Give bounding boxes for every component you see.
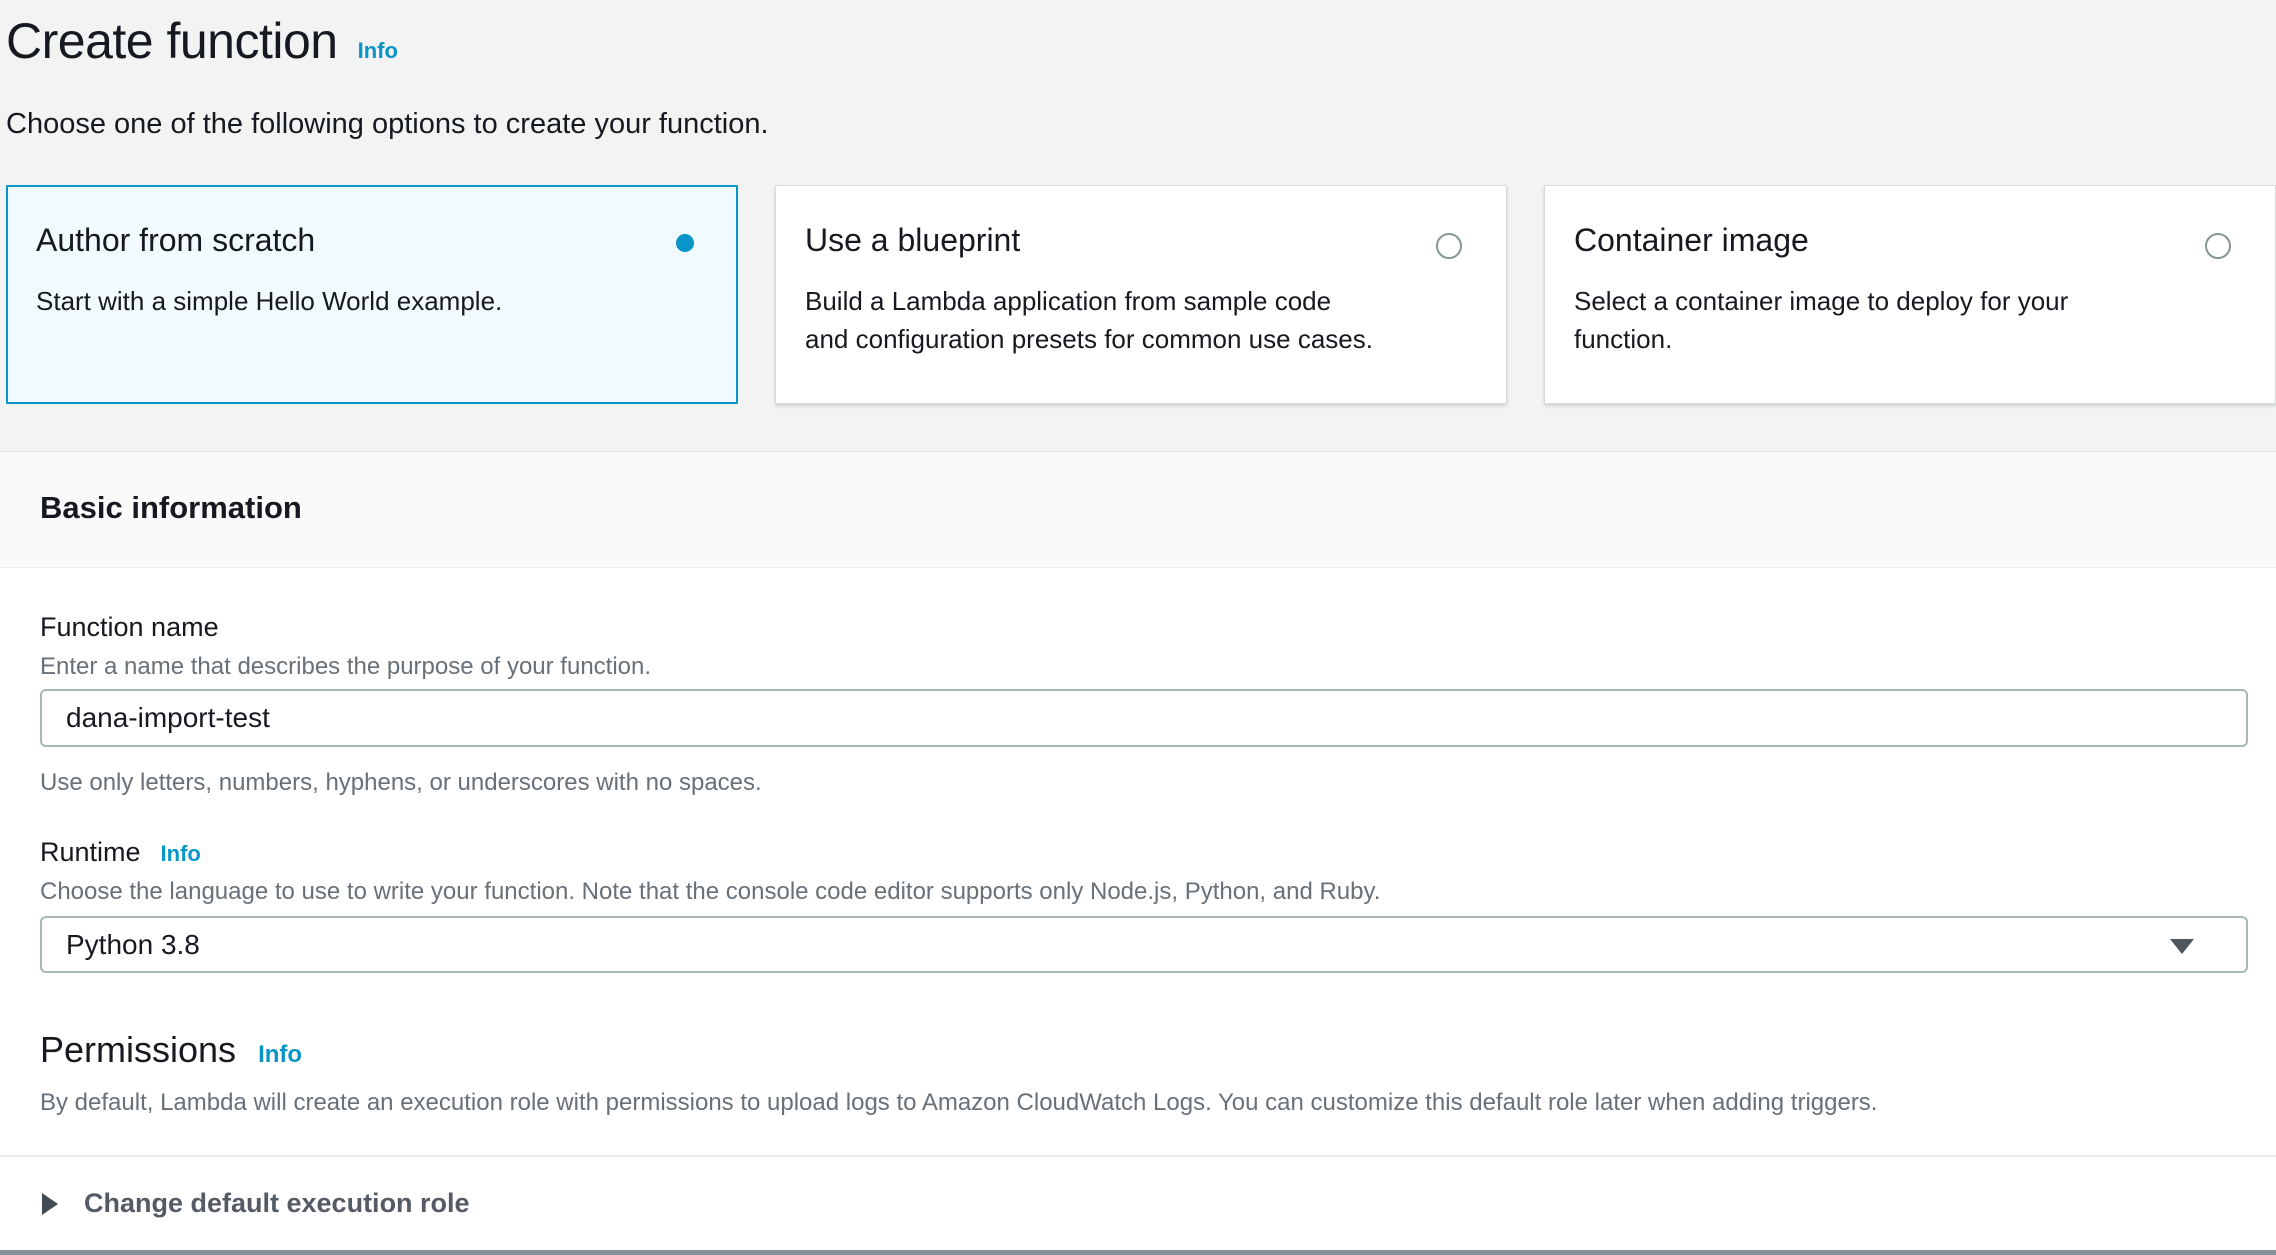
radio-selected-icon[interactable] bbox=[676, 234, 694, 252]
runtime-select[interactable]: Python 3.8 bbox=[40, 916, 2248, 973]
function-name-input[interactable] bbox=[40, 689, 2248, 747]
option-card-use-a-blueprint[interactable]: Use a blueprint Build a Lambda applicati… bbox=[775, 185, 1507, 404]
option-card-container-image[interactable]: Container image Select a container image… bbox=[1544, 185, 2276, 404]
runtime-info-link[interactable]: Info bbox=[161, 841, 201, 867]
option-card-description: Select a container image to deploy for y… bbox=[1574, 283, 2231, 358]
option-card-title: Author from scratch bbox=[36, 222, 693, 259]
bottom-divider bbox=[0, 1250, 2276, 1255]
function-name-label: Function name bbox=[40, 612, 2248, 643]
permissions-info-link[interactable]: Info bbox=[258, 1041, 302, 1069]
runtime-select-value: Python 3.8 bbox=[66, 929, 200, 961]
runtime-field: Runtime Info Choose the language to use … bbox=[40, 837, 2248, 973]
change-default-execution-role-label: Change default execution role bbox=[84, 1188, 470, 1219]
basic-information-form: Function name Enter a name that describe… bbox=[0, 568, 2276, 1155]
page-subtitle: Choose one of the following options to c… bbox=[6, 108, 2276, 141]
permissions-heading-row: Permissions Info bbox=[40, 1029, 2248, 1071]
option-card-description: Build a Lambda application from sample c… bbox=[805, 283, 1462, 358]
title-row: Create function Info bbox=[6, 12, 2276, 70]
runtime-label: Runtime bbox=[40, 837, 141, 868]
option-card-description: Start with a simple Hello World example. bbox=[36, 283, 693, 321]
basic-information-heading: Basic information bbox=[40, 490, 2276, 526]
change-default-execution-role-expander[interactable]: Change default execution role bbox=[0, 1155, 2276, 1250]
option-card-title: Container image bbox=[1574, 222, 2231, 259]
expand-caret-icon bbox=[42, 1193, 58, 1215]
runtime-description: Choose the language to use to write your… bbox=[40, 878, 2248, 906]
page-title: Create function bbox=[6, 12, 338, 70]
function-name-constraint: Use only letters, numbers, hyphens, or u… bbox=[40, 769, 2248, 797]
radio-unselected-icon[interactable] bbox=[1436, 233, 1462, 259]
function-name-description: Enter a name that describes the purpose … bbox=[40, 653, 2248, 681]
option-card-author-from-scratch[interactable]: Author from scratch Start with a simple … bbox=[6, 185, 738, 404]
radio-unselected-icon[interactable] bbox=[2205, 233, 2231, 259]
dropdown-arrow-icon bbox=[2170, 939, 2194, 954]
title-info-link[interactable]: Info bbox=[358, 38, 398, 64]
option-card-title: Use a blueprint bbox=[805, 222, 1462, 259]
permissions-description: By default, Lambda will create an execut… bbox=[40, 1089, 2248, 1155]
creation-option-cards: Author from scratch Start with a simple … bbox=[6, 185, 2276, 404]
permissions-heading: Permissions bbox=[40, 1029, 236, 1071]
page-header: Create function Info Choose one of the f… bbox=[0, 0, 2276, 452]
basic-information-header: Basic information bbox=[0, 452, 2276, 568]
